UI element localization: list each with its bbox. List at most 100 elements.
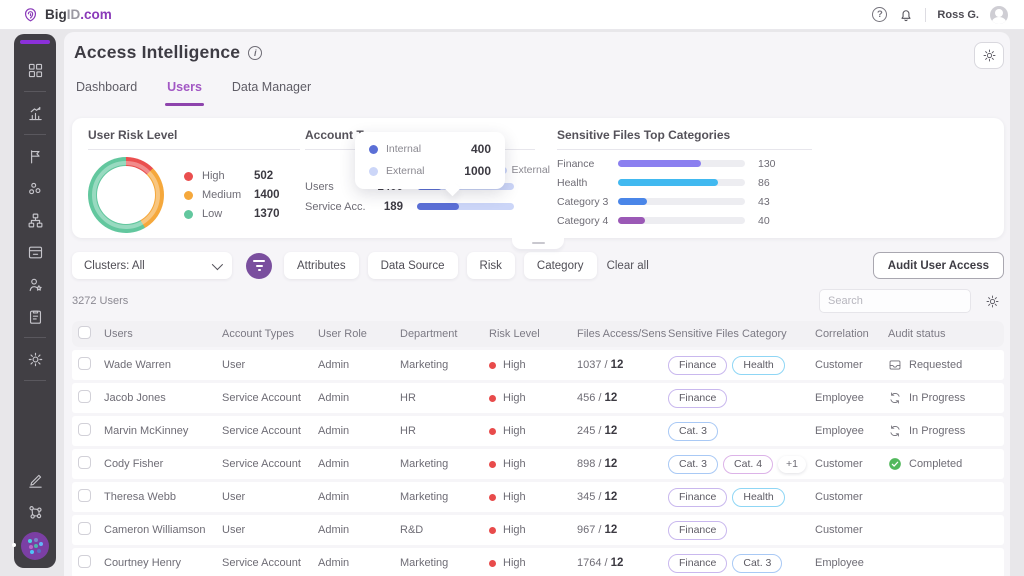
risk-card-title: User Risk Level — [88, 128, 300, 150]
row-checkbox[interactable] — [78, 390, 91, 403]
sidebar-item-clusters[interactable] — [22, 175, 48, 201]
category-chip-finance: Finance — [668, 389, 727, 408]
cell-files-access: 1764 / 12 — [577, 557, 668, 569]
bell-icon[interactable] — [898, 7, 914, 23]
help-icon[interactable]: ? — [872, 7, 887, 22]
clear-all-link[interactable]: Clear all — [607, 260, 649, 272]
tab-data-manager[interactable]: Data Manager — [232, 80, 311, 106]
risk-label: High — [503, 458, 526, 470]
sidebar-item-dashboard-grid[interactable] — [22, 57, 48, 83]
cell-sensitive-categories: Finance — [668, 389, 815, 408]
cell-user-role: Admin — [318, 524, 400, 536]
col-sensitive-category[interactable]: Sensitive Files Category — [668, 328, 815, 340]
page-settings-button[interactable] — [974, 42, 1004, 69]
tab-dashboard[interactable]: Dashboard — [76, 80, 137, 106]
sidebar-item-settings[interactable] — [22, 346, 48, 372]
select-all-checkbox[interactable] — [78, 326, 91, 339]
clusters-dropdown[interactable]: Clusters: All — [72, 252, 232, 279]
filter-chip-risk[interactable]: Risk — [467, 252, 515, 279]
col-user-role[interactable]: User Role — [318, 328, 400, 340]
col-risk-level[interactable]: Risk Level — [489, 328, 577, 340]
sidebar-item-reports-clipboard[interactable] — [22, 303, 48, 329]
cell-risk-level: High — [489, 491, 577, 503]
info-icon[interactable]: i — [248, 46, 262, 60]
search-input[interactable] — [828, 295, 970, 307]
filter-chip-attributes[interactable]: Attributes — [284, 252, 359, 279]
col-correlation[interactable]: Correlation — [815, 328, 888, 340]
user-avatar[interactable] — [990, 6, 1008, 24]
risk-high-dot — [489, 494, 496, 501]
sidebar-item-user-access[interactable] — [22, 271, 48, 297]
user-name[interactable]: Ross G. — [937, 9, 979, 21]
brand[interactable]: BigID.com — [22, 6, 112, 23]
sidebar-item-org-structure[interactable] — [22, 207, 48, 233]
table-header: Users Account Types User Role Department… — [72, 321, 1004, 347]
row-checkbox[interactable] — [78, 357, 91, 370]
table-settings-button[interactable] — [985, 294, 1000, 309]
filter-icon-button[interactable] — [246, 253, 272, 279]
sensitive-category-bar[interactable] — [618, 179, 745, 186]
risk-donut-chart[interactable] — [88, 157, 164, 233]
sidebar-workspace-avatar[interactable] — [21, 532, 49, 560]
table-row[interactable]: Cameron WilliamsonUserAdminR&DHigh967 / … — [72, 515, 1004, 545]
table-row[interactable]: Cody FisherService AccountAdminMarketing… — [72, 449, 1004, 479]
risk-legend-row: Low1370 — [184, 208, 280, 220]
audit-status-label: In Progress — [909, 425, 965, 437]
tooltip-value: 400 — [471, 142, 491, 156]
overview-collapse-handle[interactable] — [512, 237, 564, 249]
sensitive-category-bar[interactable] — [618, 198, 745, 205]
data-flags-icon — [27, 148, 44, 165]
tab-users[interactable]: Users — [167, 80, 202, 106]
cell-audit-status: Requested — [888, 358, 1004, 372]
filter-chip-data-source[interactable]: Data Source — [368, 252, 458, 279]
col-department[interactable]: Department — [400, 328, 489, 340]
sensitive-category-value: 40 — [758, 215, 770, 227]
more-categories-badge[interactable]: +1 — [778, 456, 806, 473]
sidebar-item-analytics[interactable] — [22, 100, 48, 126]
risk-legend: High502Medium1400Low1370 — [184, 170, 280, 220]
sensitive-category-value: 43 — [758, 196, 770, 208]
cell-risk-level: High — [489, 359, 577, 371]
risk-high-dot — [489, 362, 496, 369]
tooltip-value: 1000 — [464, 164, 491, 178]
cell-account-type: Service Account — [222, 392, 318, 404]
col-users[interactable]: Users — [104, 328, 222, 340]
table-row[interactable]: Marvin McKinneyService AccountAdminHRHig… — [72, 416, 1004, 446]
sidebar-item-data-catalog[interactable] — [22, 239, 48, 265]
overview-card: User Risk Level High502Medium1400Low1370… — [72, 118, 1004, 238]
table-row[interactable]: Wade WarrenUserAdminMarketingHigh1037 / … — [72, 350, 1004, 380]
row-checkbox[interactable] — [78, 423, 91, 436]
audit-user-access-button[interactable]: Audit User Access — [873, 252, 1004, 279]
audit-status-label: In Progress — [909, 392, 965, 404]
col-audit-status[interactable]: Audit status — [888, 328, 1004, 340]
cell-files-access: 456 / 12 — [577, 392, 668, 404]
filter-chip-category[interactable]: Category — [524, 252, 597, 279]
risk-legend-label: Low — [202, 208, 254, 220]
table-row[interactable]: Theresa WebbUserAdminMarketingHigh345 / … — [72, 482, 1004, 512]
row-checkbox[interactable] — [78, 555, 91, 568]
col-account-types[interactable]: Account Types — [222, 328, 318, 340]
table-body: Wade WarrenUserAdminMarketingHigh1037 / … — [72, 350, 1004, 576]
cell-department: R&D — [400, 524, 489, 536]
sensitive-category-bar[interactable] — [618, 160, 745, 167]
col-files-access[interactable]: Files Access/Sens — [577, 328, 668, 340]
table-row[interactable]: Courtney HenryService AccountAdminMarket… — [72, 548, 1004, 576]
cell-correlation: Customer — [815, 359, 888, 371]
dashboard-grid-icon — [27, 62, 44, 79]
row-checkbox[interactable] — [78, 522, 91, 535]
risk-high-dot — [489, 461, 496, 468]
row-checkbox[interactable] — [78, 456, 91, 469]
account-type-bar[interactable] — [417, 203, 514, 210]
risk-high-dot — [489, 560, 496, 567]
cell-audit-status: In Progress — [888, 391, 1004, 405]
table-row[interactable]: Jacob JonesService AccountAdminHRHigh456… — [72, 383, 1004, 413]
sidebar-item-integrations[interactable] — [22, 499, 48, 525]
cell-user-role: Admin — [318, 557, 400, 569]
risk-label: High — [503, 392, 526, 404]
sidebar-divider — [24, 134, 46, 135]
sidebar-item-signature-pen[interactable] — [22, 467, 48, 493]
row-checkbox[interactable] — [78, 489, 91, 502]
sidebar-item-data-flags[interactable] — [22, 143, 48, 169]
sensitive-category-bar[interactable] — [618, 217, 745, 224]
audit-status-label: Requested — [909, 359, 962, 371]
